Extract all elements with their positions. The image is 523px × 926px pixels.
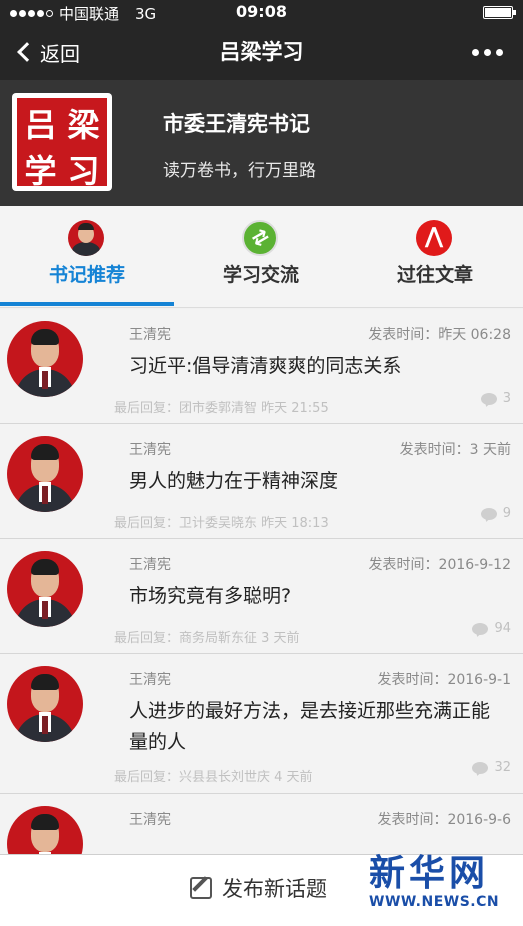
author-avatar bbox=[7, 666, 83, 742]
post-time: 发表时间：2016-9-6 bbox=[377, 812, 511, 828]
author-avatar bbox=[7, 436, 83, 512]
logo-seal: 吕 梁 学 习 bbox=[17, 98, 107, 190]
tab-secretary-recommend[interactable]: 书记推荐 bbox=[0, 206, 174, 308]
back-button[interactable]: 返回 bbox=[14, 24, 80, 80]
tab-label: 书记推荐 bbox=[48, 264, 125, 286]
watermark-url: WWW.NEWS.CN bbox=[369, 894, 500, 910]
post-time: 发表时间：昨天 06:28 bbox=[368, 327, 511, 343]
comment-bubble-icon bbox=[480, 507, 497, 520]
post-last-reply: 最后回复：团市委郭清智 昨天 21:55 bbox=[114, 401, 329, 416]
post-time: 发表时间：2016-9-12 bbox=[368, 557, 511, 573]
status-bar: 中国联通 3G 09:08 bbox=[0, 0, 523, 24]
more-dots-icon bbox=[472, 49, 479, 56]
comment-count: 9 bbox=[480, 506, 511, 521]
status-time: 09:08 bbox=[236, 2, 287, 21]
profile-name: 市委王清宪书记 bbox=[163, 112, 310, 136]
tab-label: 学习交流 bbox=[222, 264, 299, 286]
post-time: 发表时间：3 天前 bbox=[399, 442, 511, 458]
comment-bubble-icon bbox=[472, 761, 489, 774]
profile-motto: 读万卷书，行万里路 bbox=[163, 161, 316, 181]
tab-study-exchange[interactable]: ⇄ 学习交流 bbox=[174, 206, 348, 308]
active-tab-indicator bbox=[0, 302, 174, 306]
profile-header: 吕 梁 学 习 市委王清宪书记 读万卷书，行万里路 bbox=[0, 80, 523, 206]
navigation-bar: 返回 吕梁学习 bbox=[0, 24, 523, 80]
new-topic-button[interactable]: 发布新话题 bbox=[190, 873, 327, 903]
post-title[interactable]: 人进步的最好方法，是去接近那些充满正能量的人 bbox=[129, 696, 499, 758]
post-title[interactable]: 男人的魅力在于精神深度 bbox=[129, 466, 505, 497]
post-author: 王清宪 bbox=[129, 812, 171, 828]
compose-icon bbox=[190, 877, 212, 899]
comment-count-value: 32 bbox=[494, 760, 511, 775]
post-author: 王清宪 bbox=[129, 442, 171, 458]
past-articles-icon: ⋀ bbox=[416, 220, 452, 256]
comment-count-value: 3 bbox=[502, 391, 511, 406]
tab-past-articles[interactable]: ⋀ 过往文章 bbox=[348, 206, 522, 308]
more-options-button[interactable] bbox=[472, 49, 503, 56]
post-item[interactable]: 王清宪 发表时间：3 天前 男人的魅力在于精神深度 最后回复：卫计委吴晓东 昨天… bbox=[0, 424, 523, 539]
comment-count-value: 9 bbox=[502, 506, 511, 521]
post-item[interactable]: 王清宪 发表时间：2016-9-12 市场究竟有多聪明? 最后回复：商务局靳东征… bbox=[0, 539, 523, 654]
comment-count: 32 bbox=[472, 760, 511, 775]
xinhua-watermark: 新华网 WWW.NEWS.CN bbox=[369, 844, 509, 910]
post-last-reply: 最后回复：商务局靳东征 3 天前 bbox=[114, 631, 300, 646]
post-last-reply: 最后回复：卫计委吴晓东 昨天 18:13 bbox=[114, 516, 329, 531]
comment-count: 3 bbox=[480, 391, 511, 406]
post-author: 王清宪 bbox=[129, 327, 171, 343]
author-avatar bbox=[7, 321, 83, 397]
post-author: 王清宪 bbox=[129, 672, 171, 688]
logo-char: 吕 bbox=[24, 106, 57, 144]
watermark-brand: 新华网 bbox=[369, 853, 490, 894]
logo-char: 习 bbox=[67, 152, 100, 190]
comment-bubble-icon bbox=[472, 622, 489, 635]
post-title[interactable]: 习近平:倡导清清爽爽的同志关系 bbox=[129, 351, 505, 382]
post-title[interactable]: 市场究竟有多聪明? bbox=[129, 581, 505, 612]
comment-count-value: 94 bbox=[494, 621, 511, 636]
tab-bar: 书记推荐 ⇄ 学习交流 ⋀ 过往文章 bbox=[0, 206, 523, 308]
comment-count: 94 bbox=[472, 621, 511, 636]
logo-char: 学 bbox=[24, 152, 57, 190]
author-avatar bbox=[7, 551, 83, 627]
comment-bubble-icon bbox=[480, 392, 497, 405]
logo-char: 梁 bbox=[67, 106, 100, 144]
battery-icon bbox=[483, 6, 516, 19]
post-author: 王清宪 bbox=[129, 557, 171, 573]
study-exchange-icon: ⇄ bbox=[242, 220, 278, 256]
post-last-reply: 最后回复：兴县县长刘世庆 4 天前 bbox=[114, 770, 313, 785]
post-item[interactable]: 王清宪 发表时间：昨天 06:28 习近平:倡导清清爽爽的同志关系 最后回复：团… bbox=[0, 309, 523, 424]
tab-label: 过往文章 bbox=[396, 264, 473, 286]
post-time: 发表时间：2016-9-1 bbox=[377, 672, 511, 688]
leader-portrait-icon bbox=[68, 220, 104, 256]
back-label: 返回 bbox=[40, 41, 80, 66]
new-topic-label: 发布新话题 bbox=[222, 877, 327, 901]
post-item[interactable]: 王清宪 发表时间：2016-9-1 人进步的最好方法，是去接近那些充满正能量的人… bbox=[0, 654, 523, 794]
chevron-left-icon bbox=[17, 42, 37, 62]
lvliang-study-logo: 吕 梁 学 习 bbox=[12, 93, 112, 191]
